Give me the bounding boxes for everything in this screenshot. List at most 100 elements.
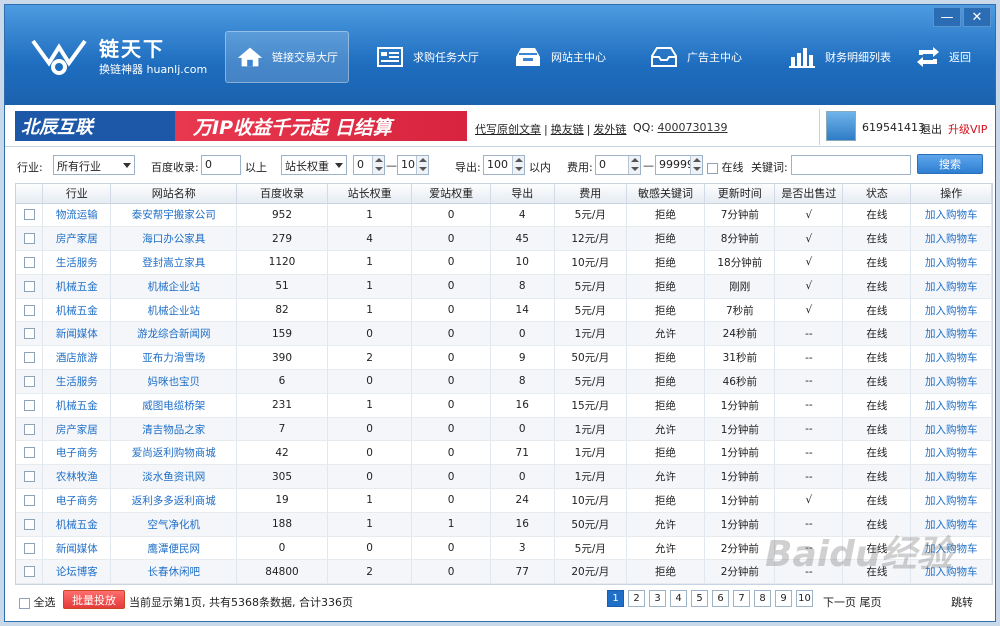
page-button[interactable]: 2 (628, 590, 645, 607)
row-select-cell (16, 369, 44, 394)
add-to-cart-link[interactable]: 加入购物车 (910, 417, 992, 442)
row-checkbox[interactable] (23, 304, 35, 316)
page-button[interactable]: 9 (775, 590, 792, 607)
search-button[interactable]: 搜索 (917, 154, 983, 174)
site-name-link[interactable]: 亚布力滑雪场 (110, 345, 238, 371)
ad-banner[interactable]: 北辰互联 万IP收益千元起 日结算 (15, 111, 467, 141)
nav-webmaster-center[interactable]: 网站主中心 (513, 31, 606, 83)
fee-min-stepper[interactable]: 0 (595, 155, 641, 175)
site-name-link[interactable]: 泰安帮宇搬家公司 (110, 203, 238, 228)
link-external-links[interactable]: 发外链 (593, 123, 626, 136)
stepper-arrows-icon[interactable] (690, 156, 702, 174)
nav-purchase-tasks[interactable]: 求购任务大厅 (375, 31, 479, 83)
add-to-cart-link[interactable]: 加入购物车 (910, 321, 992, 347)
stepper-arrows-icon[interactable] (372, 156, 384, 174)
batch-place-button[interactable]: 批量投放 (63, 590, 125, 609)
add-to-cart-link[interactable]: 加入购物车 (910, 274, 992, 299)
row-checkbox[interactable] (23, 447, 35, 459)
baidu-input[interactable]: 0 (201, 155, 241, 175)
site-name-link[interactable]: 鹰潭便民网 (110, 536, 238, 561)
add-to-cart-link[interactable]: 加入购物车 (910, 203, 992, 228)
online-checkbox[interactable] (707, 162, 718, 174)
add-to-cart-link[interactable]: 加入购物车 (910, 440, 992, 466)
stepper-arrows-icon[interactable] (628, 156, 640, 174)
row-checkbox[interactable] (23, 256, 35, 268)
nav-advertiser-center[interactable]: 广告主中心 (649, 31, 742, 83)
fee-cell: 5元/月 (554, 274, 627, 299)
row-checkbox[interactable] (23, 566, 35, 578)
page-button[interactable]: 1 (607, 590, 624, 607)
sold-before-cell: -- (774, 440, 844, 466)
add-to-cart-link[interactable]: 加入购物车 (910, 393, 992, 418)
logout-link[interactable]: 退出 (920, 121, 942, 137)
weight-min-stepper[interactable]: 0 (353, 155, 385, 175)
nav-finance-list[interactable]: 财务明细列表 (787, 31, 891, 83)
row-checkbox[interactable] (23, 352, 35, 364)
row-checkbox[interactable] (23, 233, 35, 245)
row-checkbox[interactable] (23, 494, 35, 506)
site-name-link[interactable]: 爱尚返利购物商城 (110, 440, 238, 466)
add-to-cart-link[interactable]: 加入购物车 (910, 488, 992, 513)
sold-before-cell: -- (774, 321, 844, 347)
row-checkbox[interactable] (23, 542, 35, 554)
keyword-input[interactable] (791, 155, 911, 175)
upgrade-vip-link[interactable]: 升级VIP (948, 121, 987, 137)
link-original-articles[interactable]: 代写原创文章 (475, 123, 541, 136)
close-button[interactable]: ✕ (963, 7, 991, 27)
industry-select[interactable]: 所有行业 (53, 155, 135, 175)
site-name-link[interactable]: 长春休闲吧 (110, 559, 238, 584)
update-time-cell: 1分钟前 (704, 417, 776, 442)
row-checkbox[interactable] (23, 471, 35, 483)
weight-max-stepper[interactable]: 10 (397, 155, 429, 175)
page-button[interactable]: 10 (796, 590, 813, 607)
minimize-button[interactable]: — (933, 7, 961, 27)
table-row: 房产家居 清吉物品之家 7 0 0 0 1元/月 允许 1分钟前 -- 在线 加入购物车 (16, 417, 992, 442)
select-all[interactable]: 全选 (19, 594, 56, 610)
row-checkbox[interactable] (23, 399, 35, 411)
page-button[interactable]: 6 (712, 590, 729, 607)
site-name-link[interactable]: 游龙综合新闻网 (110, 321, 238, 347)
page-button[interactable]: 4 (670, 590, 687, 607)
nav-trading-hall[interactable]: 链接交易大厅 (225, 31, 349, 83)
row-checkbox[interactable] (23, 518, 35, 530)
jump-button[interactable]: 跳转 (951, 594, 973, 610)
site-name-link[interactable]: 威图电缆桥架 (110, 393, 238, 418)
page-button[interactable]: 8 (754, 590, 771, 607)
row-checkbox[interactable] (23, 280, 35, 292)
weight-select[interactable]: 站长权重 (281, 155, 347, 175)
add-to-cart-link[interactable]: 加入购物车 (910, 226, 992, 252)
stepper-arrows-icon[interactable] (416, 156, 428, 174)
select-all-checkbox[interactable] (19, 597, 30, 609)
link-exchange-links[interactable]: 换友链 (551, 123, 584, 136)
page-button[interactable]: 7 (733, 590, 750, 607)
site-name-link[interactable]: 海口办公家具 (110, 226, 238, 252)
baidu-count-cell: 19 (236, 488, 328, 513)
page-nav-links[interactable]: 下一页 尾页 (823, 594, 882, 610)
site-name-link[interactable]: 机械企业站 (110, 298, 238, 323)
row-checkbox[interactable] (23, 423, 35, 435)
qq-number[interactable]: 4000730139 (658, 121, 728, 134)
nav-back[interactable]: 返回 (915, 31, 971, 83)
add-to-cart-link[interactable]: 加入购物车 (910, 369, 992, 394)
export-stepper[interactable]: 100 (483, 155, 525, 175)
page-button[interactable]: 5 (691, 590, 708, 607)
online-filter[interactable]: 在线 (707, 159, 744, 175)
avatar[interactable] (826, 111, 856, 141)
site-name-link[interactable]: 登封嵩立家具 (110, 250, 238, 275)
add-to-cart-link[interactable]: 加入购物车 (910, 250, 992, 275)
row-checkbox[interactable] (23, 209, 35, 221)
site-name-link[interactable]: 机械企业站 (110, 274, 238, 299)
site-name-link[interactable]: 妈咪也宝贝 (110, 369, 238, 394)
stepper-arrows-icon[interactable] (512, 156, 524, 174)
row-checkbox[interactable] (23, 375, 35, 387)
add-to-cart-link[interactable]: 加入购物车 (910, 298, 992, 323)
site-name-link[interactable]: 空气净化机 (110, 512, 238, 537)
site-name-link[interactable]: 清吉物品之家 (110, 417, 238, 442)
row-checkbox[interactable] (23, 328, 35, 340)
add-to-cart-link[interactable]: 加入购物车 (910, 464, 992, 490)
page-button[interactable]: 3 (649, 590, 666, 607)
site-name-link[interactable]: 返利多多返利商城 (110, 488, 238, 513)
add-to-cart-link[interactable]: 加入购物车 (910, 345, 992, 371)
fee-max-stepper[interactable]: 99999 (655, 155, 703, 175)
site-name-link[interactable]: 淡水鱼资讯网 (110, 464, 238, 490)
